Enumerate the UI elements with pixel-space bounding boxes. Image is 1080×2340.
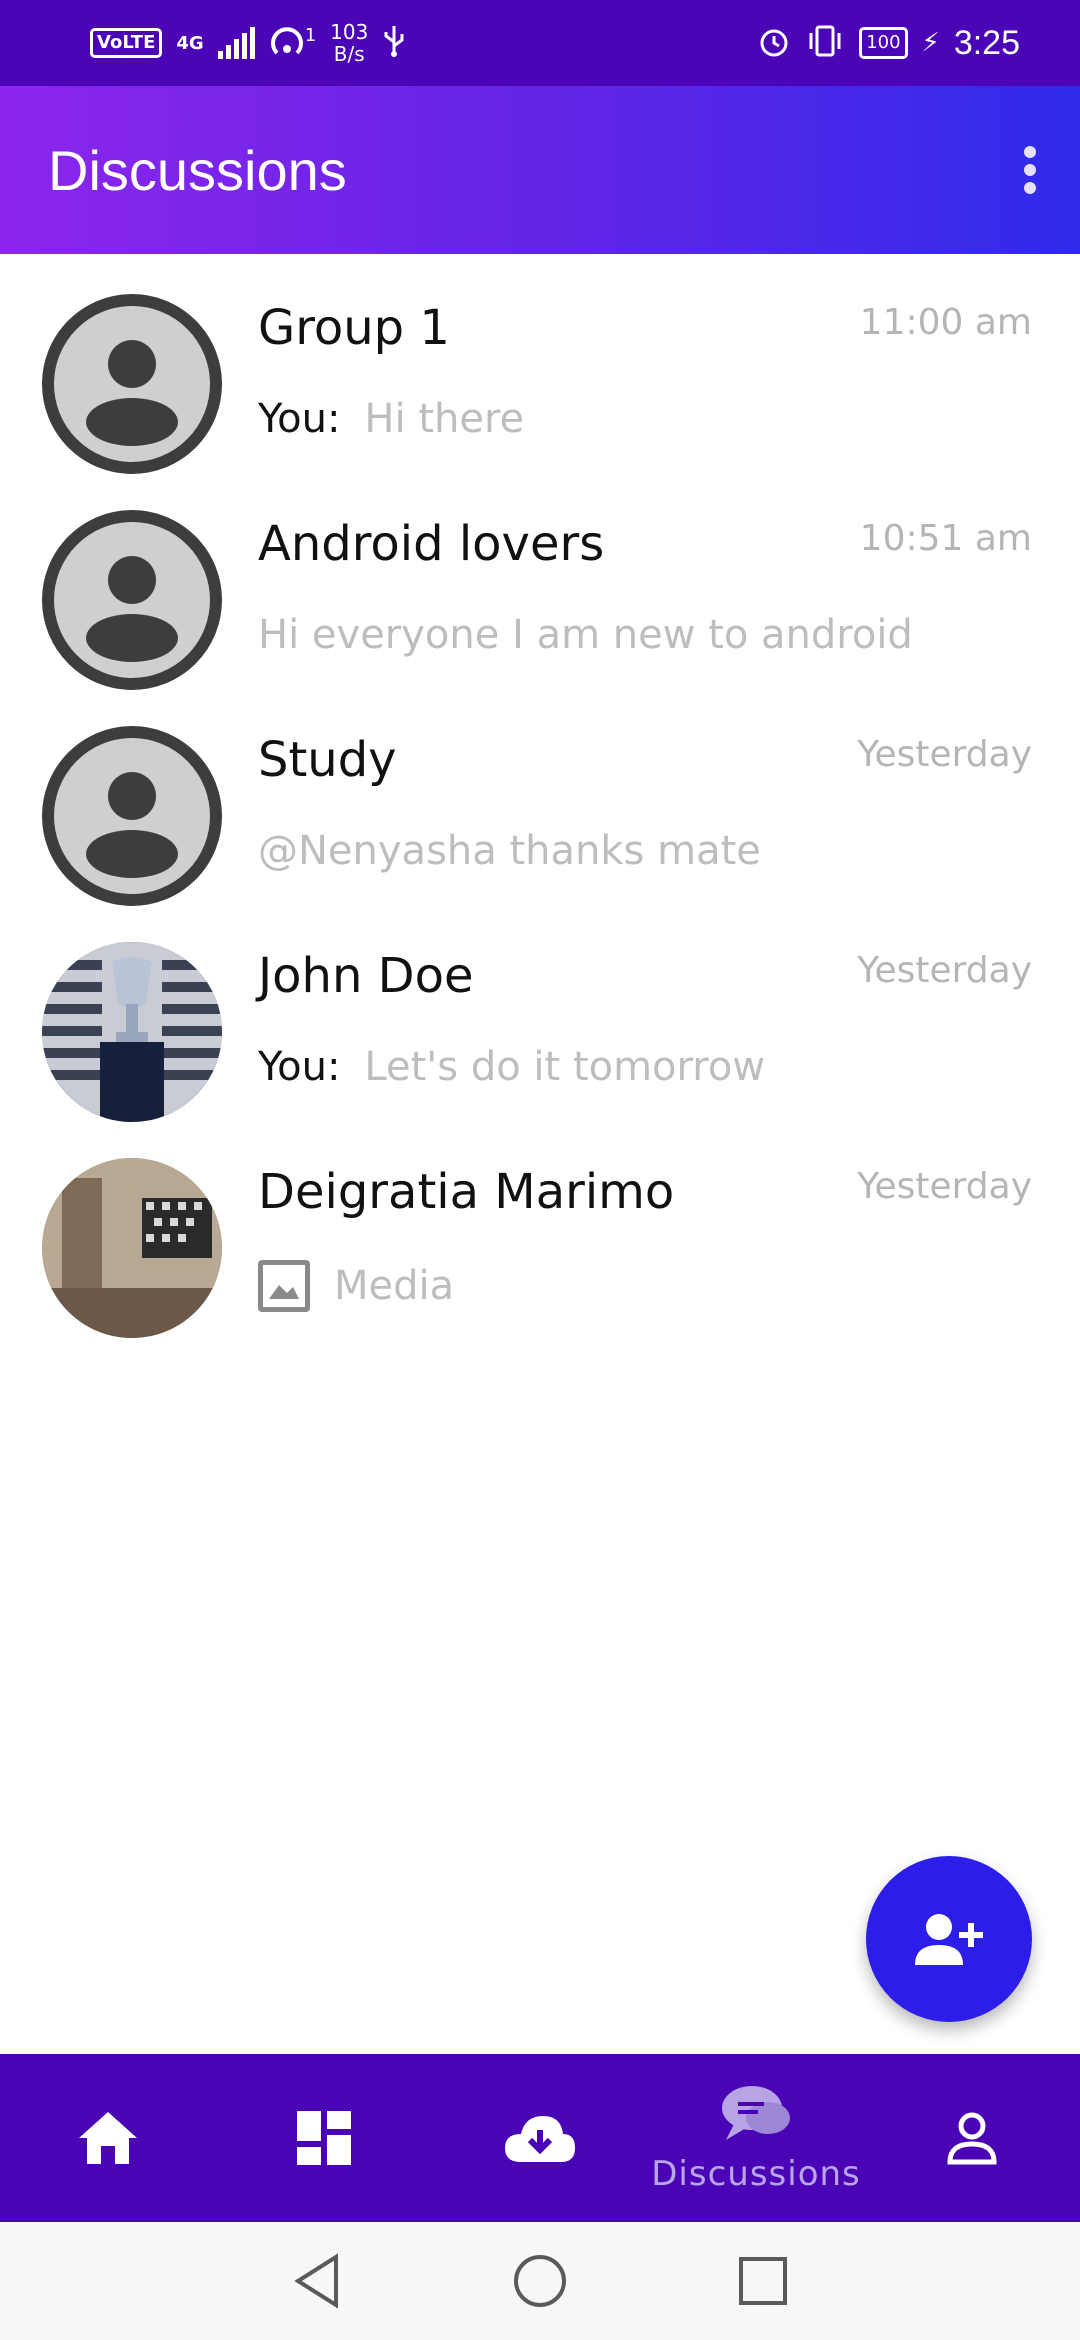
nav-dashboard[interactable] <box>216 2054 432 2222</box>
recents-icon[interactable] <box>738 2256 788 2306</box>
cloud-download-icon <box>505 2116 575 2162</box>
nav-download[interactable] <box>432 2054 648 2222</box>
status-left: VoLTE 4G 1 103 B/s <box>90 21 406 65</box>
hotspot-count: 1 <box>304 25 317 46</box>
home-icon <box>79 2112 137 2164</box>
nav-home[interactable] <box>0 2054 216 2222</box>
vibrate-icon <box>805 24 845 62</box>
default-avatar-icon <box>42 726 222 906</box>
home-circle-icon[interactable] <box>512 2253 568 2309</box>
you-prefix: You: <box>258 1044 341 1090</box>
default-avatar-icon <box>42 294 222 474</box>
net-speed-unit: B/s <box>333 42 365 66</box>
add-person-icon <box>915 1914 983 1965</box>
default-avatar-icon <box>42 510 222 690</box>
profile-icon <box>947 2112 997 2165</box>
chat-list: Group 1 11:00 am You: Hi there Android l… <box>0 254 1080 1338</box>
chat-name: Study <box>258 732 397 788</box>
chat-item[interactable]: Deigratia Marimo Yesterday Media <box>0 1118 1080 1338</box>
preview-text: Hi there <box>364 396 525 442</box>
chat-item[interactable]: Study Yesterday @Nenyasha thanks mate <box>0 686 1080 906</box>
chat-time: Yesterday <box>857 734 1032 775</box>
chat-name: Deigratia Marimo <box>258 1164 675 1220</box>
app-bar: Discussions <box>0 86 1080 254</box>
nav-profile[interactable] <box>864 2054 1080 2222</box>
chat-preview: You: Let's do it tomorrow <box>258 1044 765 1090</box>
image-icon <box>258 1260 310 1312</box>
preview-text: Media <box>334 1263 455 1309</box>
preview-text: Hi everyone I am new to android <box>258 612 913 658</box>
chat-name: Android lovers <box>258 516 605 572</box>
status-time: 3:25 <box>953 23 1020 62</box>
more-options-icon[interactable] <box>1010 140 1050 200</box>
nav-label-discussions: Discussions <box>651 2154 861 2194</box>
chat-item[interactable]: Android lovers 10:51 am Hi everyone I am… <box>0 470 1080 690</box>
chat-time: 11:00 am <box>859 302 1032 343</box>
system-navigation <box>0 2222 1080 2340</box>
chat-name: Group 1 <box>258 300 450 356</box>
alarm-icon <box>757 24 791 62</box>
hotspot-icon: 1 <box>269 25 316 61</box>
chat-item[interactable]: John Doe Yesterday You: Let's do it tomo… <box>0 902 1080 1122</box>
charging-icon: ⚡ <box>921 28 940 58</box>
chat-preview: Hi everyone I am new to android <box>258 612 913 658</box>
net-speed-value: 103 <box>330 20 369 44</box>
chat-time: Yesterday <box>857 1166 1032 1207</box>
chat-item[interactable]: Group 1 11:00 am You: Hi there <box>0 254 1080 474</box>
network-type: 4G <box>176 32 204 54</box>
dashboard-icon <box>297 2111 351 2165</box>
preview-text: Let's do it tomorrow <box>364 1044 766 1090</box>
battery-indicator: 100 <box>859 27 908 59</box>
volte-indicator: VoLTE <box>90 28 163 58</box>
preview-text: @Nenyasha thanks mate <box>258 828 761 874</box>
bottom-navigation: Discussions <box>0 2054 1080 2222</box>
add-contact-button[interactable] <box>866 1856 1032 2022</box>
chat-preview: You: Hi there <box>258 396 524 442</box>
discussions-icon <box>722 2086 790 2140</box>
chat-time: 10:51 am <box>859 518 1032 559</box>
you-prefix: You: <box>258 396 341 442</box>
status-bar: VoLTE 4G 1 103 B/s 100 ⚡ 3:25 <box>0 0 1080 86</box>
chat-preview: @Nenyasha thanks mate <box>258 828 761 874</box>
more-options-dot <box>1024 182 1036 194</box>
usb-icon <box>382 24 406 62</box>
chat-preview: Media <box>258 1260 454 1312</box>
back-icon[interactable] <box>292 2253 342 2309</box>
status-right: 100 ⚡ 3:25 <box>757 24 1020 63</box>
nav-discussions[interactable]: Discussions <box>648 2054 864 2222</box>
more-options-dot <box>1024 164 1036 176</box>
chat-name: John Doe <box>258 948 474 1004</box>
user-photo-avatar <box>42 1158 222 1338</box>
chat-time: Yesterday <box>857 950 1032 991</box>
net-speed: 103 B/s <box>330 21 368 65</box>
signal-icon <box>217 27 255 59</box>
more-options-dot <box>1024 146 1036 158</box>
page-title: Discussions <box>48 138 347 202</box>
user-photo-avatar <box>42 942 222 1122</box>
